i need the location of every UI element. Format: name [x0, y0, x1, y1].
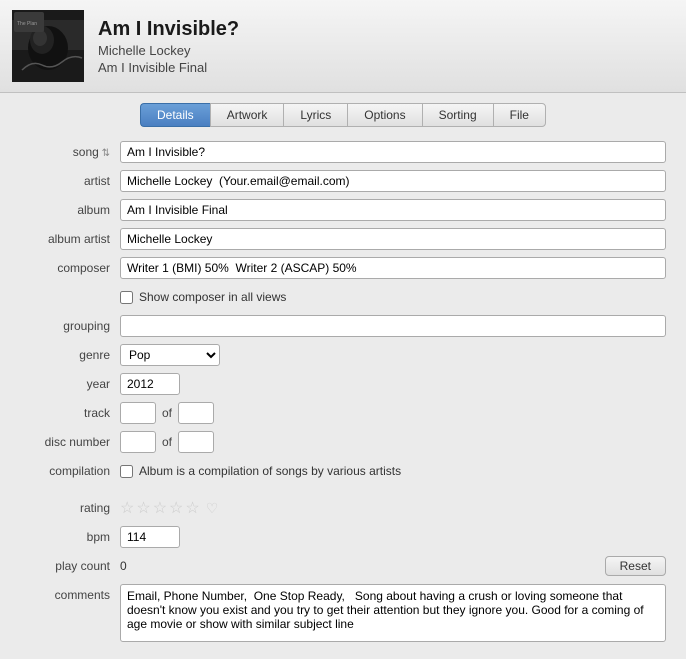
track-input[interactable]	[120, 402, 156, 424]
compilation-label: compilation	[20, 464, 120, 478]
composer-row: composer	[20, 257, 666, 279]
bpm-label: bpm	[20, 530, 120, 544]
track-row: track of	[20, 402, 666, 424]
compilation-check-label: Album is a compilation of songs by vario…	[139, 464, 401, 478]
compilation-checkbox-row: Album is a compilation of songs by vario…	[120, 464, 401, 478]
album-input[interactable]	[120, 199, 666, 221]
svg-text:The Plan: The Plan	[17, 21, 37, 27]
tab-file[interactable]: File	[493, 103, 546, 127]
bpm-row: bpm	[20, 526, 666, 548]
composer-label: composer	[20, 261, 120, 275]
album-art: The Plan	[12, 10, 84, 82]
year-row: year	[20, 373, 666, 395]
grouping-label: grouping	[20, 319, 120, 333]
header-artist: Michelle Lockey	[98, 43, 239, 58]
comments-row: comments Email, Phone Number, One Stop R…	[20, 584, 666, 642]
track-of-label: of	[162, 406, 172, 420]
star-5[interactable]: ☆	[185, 498, 199, 518]
song-label: song	[20, 145, 120, 159]
form-area: song artist album album artist composer …	[0, 127, 686, 659]
tab-bar: Details Artwork Lyrics Options Sorting F…	[0, 93, 686, 127]
star-4[interactable]: ☆	[169, 498, 183, 518]
album-artist-row: album artist	[20, 228, 666, 250]
bpm-input[interactable]	[120, 526, 180, 548]
tab-details[interactable]: Details	[140, 103, 210, 127]
rating-row: rating ☆ ☆ ☆ ☆ ☆ ♡	[20, 497, 666, 519]
star-2[interactable]: ☆	[136, 498, 150, 518]
header: The Plan Am I Invisible? Michelle Lockey…	[0, 0, 686, 93]
rating-label: rating	[20, 501, 120, 515]
artist-input[interactable]	[120, 170, 666, 192]
play-count-container: 0 Reset	[120, 556, 666, 576]
album-row: album	[20, 199, 666, 221]
grouping-row: grouping	[20, 315, 666, 337]
show-composer-checkbox-row: Show composer in all views	[120, 290, 286, 304]
comments-label: comments	[20, 584, 120, 602]
play-count-label: play count	[20, 559, 120, 573]
show-composer-label: Show composer in all views	[139, 290, 286, 304]
song-row: song	[20, 141, 666, 163]
artist-label: artist	[20, 174, 120, 188]
stars-container[interactable]: ☆ ☆ ☆ ☆ ☆ ♡	[120, 498, 218, 518]
star-3[interactable]: ☆	[153, 498, 167, 518]
heart-icon[interactable]: ♡	[206, 500, 219, 517]
album-label: album	[20, 203, 120, 217]
tab-lyrics[interactable]: Lyrics	[283, 103, 347, 127]
genre-select[interactable]: PopRockJazzClassicalCountryElectronicHip…	[120, 344, 220, 366]
header-info: Am I Invisible? Michelle Lockey Am I Inv…	[98, 18, 239, 75]
compilation-row: compilation Album is a compilation of so…	[20, 460, 666, 482]
play-count-value: 0	[120, 559, 605, 573]
show-composer-checkbox[interactable]	[120, 291, 133, 304]
grouping-input[interactable]	[120, 315, 666, 337]
disc-input[interactable]	[120, 431, 156, 453]
album-artist-input[interactable]	[120, 228, 666, 250]
track-label: track	[20, 406, 120, 420]
header-title: Am I Invisible?	[98, 18, 239, 41]
composer-input[interactable]	[120, 257, 666, 279]
tab-artwork[interactable]: Artwork	[210, 103, 284, 127]
disc-of-label: of	[162, 435, 172, 449]
header-album: Am I Invisible Final	[98, 60, 239, 75]
artist-row: artist	[20, 170, 666, 192]
disc-row: disc number of	[20, 431, 666, 453]
year-input[interactable]	[120, 373, 180, 395]
star-1[interactable]: ☆	[120, 498, 134, 518]
genre-label: genre	[20, 348, 120, 362]
tab-options[interactable]: Options	[347, 103, 421, 127]
reset-button[interactable]: Reset	[605, 556, 666, 576]
disc-total-input[interactable]	[178, 431, 214, 453]
genre-row: genre PopRockJazzClassicalCountryElectro…	[20, 344, 666, 366]
show-composer-row: Show composer in all views	[20, 286, 666, 308]
play-count-row: play count 0 Reset	[20, 555, 666, 577]
track-total-input[interactable]	[178, 402, 214, 424]
album-artist-label: album artist	[20, 232, 120, 246]
tab-sorting[interactable]: Sorting	[422, 103, 493, 127]
compilation-checkbox[interactable]	[120, 465, 133, 478]
comments-input[interactable]: Email, Phone Number, One Stop Ready, Son…	[120, 584, 666, 642]
disc-label: disc number	[20, 435, 120, 449]
year-label: year	[20, 377, 120, 391]
song-input[interactable]	[120, 141, 666, 163]
